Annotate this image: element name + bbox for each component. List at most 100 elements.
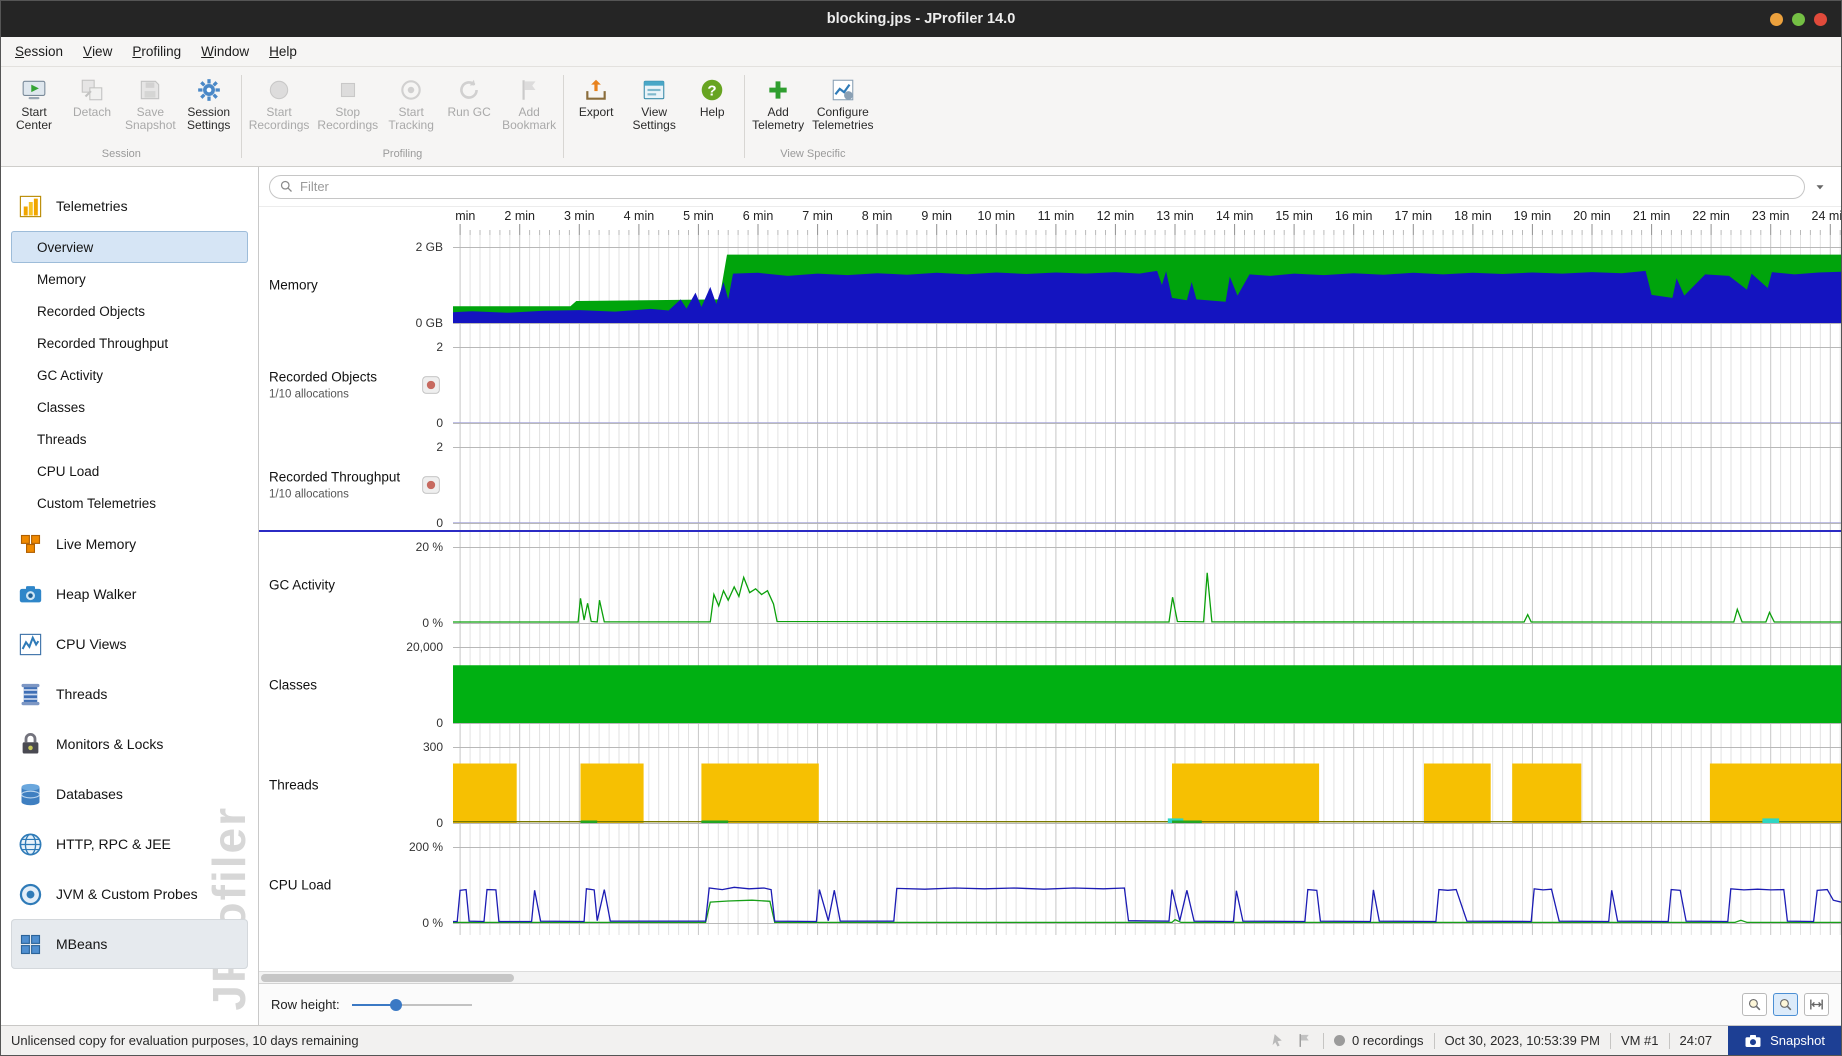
sidebar-item-threads-view[interactable]: Threads bbox=[1, 669, 258, 719]
svg-text:11 min: 11 min bbox=[1038, 209, 1075, 223]
sidebar-item-telemetries[interactable]: Telemetries bbox=[1, 181, 258, 231]
svg-text:1 min: 1 min bbox=[453, 209, 475, 223]
sidebar-item-cpu-views[interactable]: CPU Views bbox=[1, 619, 258, 669]
sidebar-subitem-threads[interactable]: Threads bbox=[1, 423, 258, 455]
telemetry-plot-gc-activity[interactable] bbox=[453, 535, 1841, 635]
toolbar-button-label: AddBookmark bbox=[502, 106, 556, 132]
status-datetime: Oct 30, 2023, 10:53:39 PM bbox=[1445, 1033, 1600, 1048]
snapshot-indicator[interactable]: Snapshot bbox=[1728, 1026, 1841, 1055]
telemetry-row-recorded-throughput[interactable]: Recorded Throughput1/10 allocations20 bbox=[259, 435, 1841, 535]
recordings-dot-icon bbox=[1334, 1035, 1345, 1046]
row-title: Memory bbox=[269, 278, 318, 293]
recordings-status[interactable]: 0 recordings bbox=[1334, 1033, 1424, 1048]
sidebar-subitem-recorded-throughput[interactable]: Recorded Throughput bbox=[1, 327, 258, 359]
sidebar-item-live-memory[interactable]: Live Memory bbox=[1, 519, 258, 569]
filter-bar: Filter bbox=[259, 167, 1841, 207]
zoom-in-button[interactable] bbox=[1773, 993, 1798, 1016]
toolbar-button-label: Detach bbox=[73, 106, 111, 119]
horizontal-scrollbar[interactable] bbox=[259, 971, 1841, 983]
sidebar-section-label: MBeans bbox=[56, 936, 107, 952]
toolbar-button-label: StartRecordings bbox=[249, 106, 310, 132]
recordings-count: 0 recordings bbox=[1352, 1033, 1424, 1048]
statusbar: Unlicensed copy for evaluation purposes,… bbox=[1, 1025, 1841, 1055]
sidebar-item-databases[interactable]: Databases bbox=[1, 769, 258, 819]
view-settings-button[interactable]: ViewSettings bbox=[625, 73, 683, 136]
telemetry-plot-threads[interactable] bbox=[453, 735, 1841, 835]
menu-help[interactable]: Help bbox=[259, 37, 307, 66]
sidebar-subitem-recorded-objects[interactable]: Recorded Objects bbox=[1, 295, 258, 327]
telemetry-plot-recorded-throughput[interactable] bbox=[453, 435, 1841, 535]
view-settings-icon bbox=[641, 77, 667, 103]
filter-dropdown-button[interactable] bbox=[1809, 175, 1831, 199]
sidebar-subitem-custom-telemetries[interactable]: Custom Telemetries bbox=[1, 487, 258, 519]
start-center-button[interactable]: StartCenter bbox=[5, 73, 63, 136]
configure-telemetries-button[interactable]: ConfigureTelemetries bbox=[808, 73, 877, 136]
row-top-line bbox=[259, 247, 1841, 248]
menu-window[interactable]: Window bbox=[191, 37, 259, 66]
telemetry-row-memory[interactable]: Memory2 GB0 GB bbox=[259, 235, 1841, 335]
export-button[interactable]: Export bbox=[567, 73, 625, 123]
row-bottom-line bbox=[259, 723, 1841, 724]
session-settings-button[interactable]: SessionSettings bbox=[180, 73, 238, 136]
bookmark-flag-icon[interactable] bbox=[1296, 1032, 1313, 1049]
y-axis-max-label: 2 GB bbox=[414, 240, 445, 254]
row-label-recorded-objects: Recorded Objects1/10 allocations20 bbox=[259, 335, 453, 435]
globe-icon bbox=[17, 831, 44, 858]
database-icon bbox=[17, 781, 44, 808]
row-height-slider[interactable] bbox=[352, 997, 472, 1013]
window-controls bbox=[1770, 1, 1827, 37]
telemetry-row-threads[interactable]: Threads3000 bbox=[259, 735, 1841, 835]
telemetry-row-cpu-load[interactable]: CPU Load200 %0 % bbox=[259, 835, 1841, 935]
slider-thumb[interactable] bbox=[390, 999, 402, 1011]
svg-text:?: ? bbox=[708, 82, 717, 99]
sidebar-item-mbeans[interactable]: MBeans bbox=[11, 919, 248, 969]
y-axis-min-label: 0 bbox=[434, 716, 445, 730]
horizontal-scrollbar-thumb[interactable] bbox=[261, 974, 514, 982]
sidebar-subitem-cpu-load[interactable]: CPU Load bbox=[1, 455, 258, 487]
start-center-icon bbox=[21, 77, 47, 103]
sidebar-item-http-rpc-jee[interactable]: HTTP, RPC & JEE bbox=[1, 819, 258, 869]
timeline-header: 1 min2 min3 min4 min5 min6 min7 min8 min… bbox=[259, 207, 1841, 235]
menu-view[interactable]: View bbox=[73, 37, 122, 66]
svg-text:15 min: 15 min bbox=[1275, 209, 1313, 223]
record-allocations-icon[interactable] bbox=[421, 475, 441, 495]
sidebar-item-monitors-locks[interactable]: Monitors & Locks bbox=[1, 719, 258, 769]
maximize-button[interactable] bbox=[1792, 13, 1805, 26]
filter-input[interactable]: Filter bbox=[269, 175, 1805, 199]
svg-text:21 min: 21 min bbox=[1633, 209, 1671, 223]
row-label-cpu-load: CPU Load200 %0 % bbox=[259, 835, 453, 935]
sidebar-subitem-gc-activity[interactable]: GC Activity bbox=[1, 359, 258, 391]
fit-timeline-button[interactable] bbox=[1804, 993, 1829, 1016]
sidebar-subitem-memory[interactable]: Memory bbox=[1, 263, 258, 295]
row-title: Recorded Objects bbox=[269, 370, 377, 385]
minimize-button[interactable] bbox=[1770, 13, 1783, 26]
sidebar-item-jvm-custom-probes[interactable]: JVM & Custom Probes bbox=[1, 869, 258, 919]
sidebar-section-label: Live Memory bbox=[56, 536, 136, 552]
telemetry-plot-classes[interactable] bbox=[453, 635, 1841, 735]
telemetry-row-classes[interactable]: Classes20,0000 bbox=[259, 635, 1841, 735]
sidebar-item-heap-walker[interactable]: Heap Walker bbox=[1, 569, 258, 619]
save-snapshot-icon bbox=[137, 77, 163, 103]
zoom-out-button[interactable] bbox=[1742, 993, 1767, 1016]
telemetry-row-gc-activity[interactable]: GC Activity20 %0 % bbox=[259, 535, 1841, 635]
record-allocations-icon[interactable] bbox=[421, 375, 441, 395]
menu-profiling[interactable]: Profiling bbox=[122, 37, 191, 66]
tracking-icon bbox=[398, 77, 424, 103]
toolbar-button-label: Help bbox=[700, 106, 725, 119]
help-button[interactable]: ? Help bbox=[683, 73, 741, 123]
telemetry-plot-recorded-objects[interactable] bbox=[453, 335, 1841, 435]
tracking-pointer-icon[interactable] bbox=[1269, 1032, 1286, 1049]
add-telemetry-button[interactable]: AddTelemetry bbox=[748, 73, 808, 136]
svg-text:5 min: 5 min bbox=[683, 209, 714, 223]
toolbar-group-caption: Session bbox=[5, 148, 238, 166]
row-height-label: Row height: bbox=[271, 997, 340, 1012]
sidebar-subitem-overview[interactable]: Overview bbox=[11, 231, 248, 263]
close-button[interactable] bbox=[1814, 13, 1827, 26]
sidebar-subitem-classes[interactable]: Classes bbox=[1, 391, 258, 423]
menu-session[interactable]: Session bbox=[5, 37, 73, 66]
telemetry-row-recorded-objects[interactable]: Recorded Objects1/10 allocations20 bbox=[259, 335, 1841, 435]
svg-text:14 min: 14 min bbox=[1216, 209, 1254, 223]
sidebar-section-label: HTTP, RPC & JEE bbox=[56, 836, 171, 852]
telemetry-plot-memory[interactable] bbox=[453, 235, 1841, 335]
telemetry-plot-cpu-load[interactable] bbox=[453, 835, 1841, 935]
